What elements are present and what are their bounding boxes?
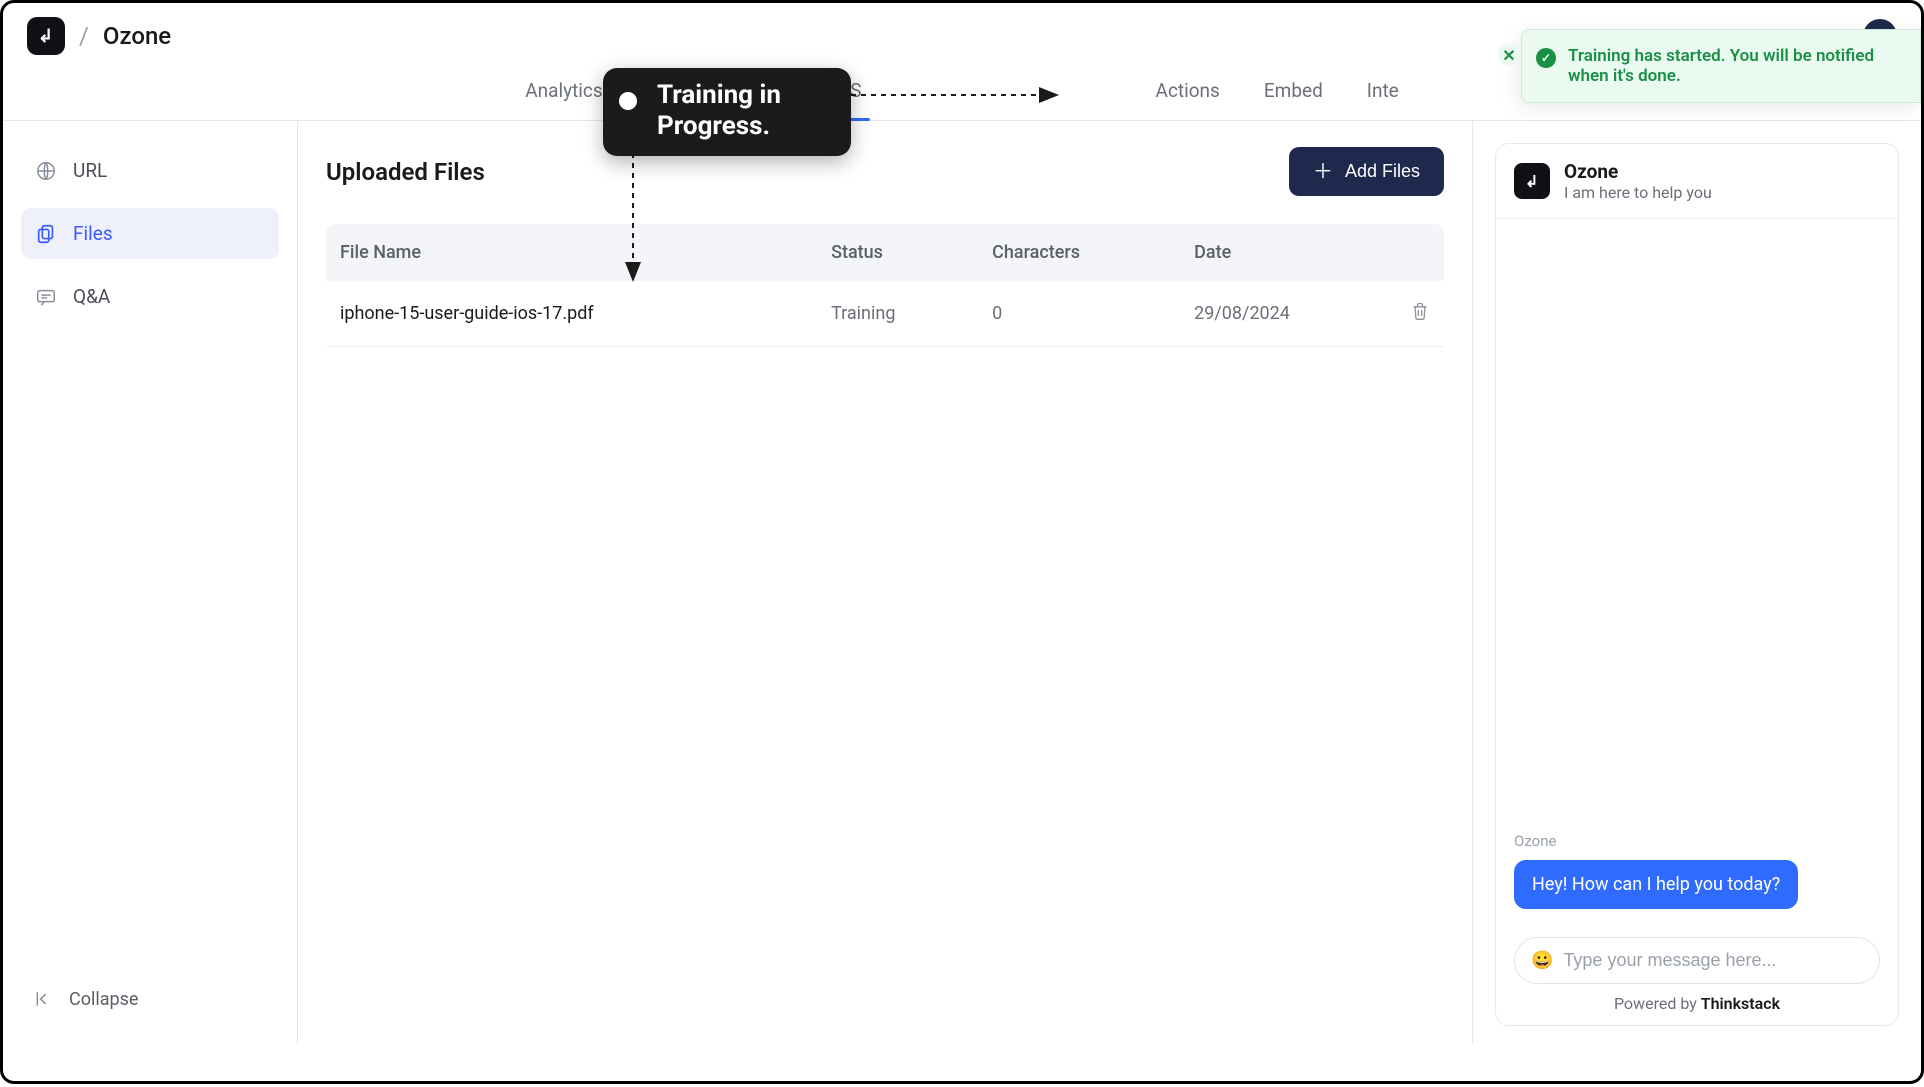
sidebar-item-label: Q&A bbox=[73, 285, 110, 308]
chat-sender-label: Ozone bbox=[1514, 832, 1880, 850]
col-date: Date bbox=[1180, 224, 1396, 281]
main: Uploaded Files ＋ Add Files File Name Sta… bbox=[298, 121, 1921, 1044]
tab-actions[interactable]: Actions bbox=[1154, 65, 1222, 120]
toast-close-button[interactable]: ✕ bbox=[1498, 44, 1520, 66]
chat-input[interactable] bbox=[1563, 950, 1863, 971]
logo-mark-icon: ↳ bbox=[38, 26, 53, 47]
cell-characters: 0 bbox=[978, 281, 1180, 347]
table-row: iphone-15-user-guide-ios-17.pdf Training… bbox=[326, 281, 1444, 347]
add-files-label: Add Files bbox=[1345, 161, 1420, 182]
sidebar-item-url[interactable]: URL bbox=[21, 145, 279, 196]
sidebar-item-qa[interactable]: Q&A bbox=[21, 271, 279, 322]
callout-text: Training in Progress. bbox=[657, 80, 781, 141]
cell-status: Training bbox=[817, 281, 978, 347]
powered-brand[interactable]: Thinkstack bbox=[1701, 994, 1780, 1013]
powered-by: Powered by Thinkstack bbox=[1496, 994, 1898, 1025]
chat-panel: ↳ Ozone I am here to help you Ozone Hey!… bbox=[1473, 121, 1921, 1044]
chat-body: Ozone Hey! How can I help you today? bbox=[1496, 219, 1898, 923]
tab-analytics[interactable]: Analytics bbox=[523, 65, 604, 120]
toast-training-started: ✕ ✓ Training has started. You will be no… bbox=[1521, 29, 1921, 103]
sidebar-item-files[interactable]: Files bbox=[21, 208, 279, 259]
chat-card: ↳ Ozone I am here to help you Ozone Hey!… bbox=[1495, 143, 1899, 1026]
collapse-button[interactable]: Collapse bbox=[21, 978, 279, 1020]
collapse-icon bbox=[33, 988, 55, 1010]
sidebar: URL Files Q&A Collapse bbox=[3, 121, 298, 1044]
chat-header: ↳ Ozone I am here to help you bbox=[1496, 144, 1898, 219]
chat-logo-icon: ↳ bbox=[1514, 163, 1550, 199]
cell-file-name: iphone-15-user-guide-ios-17.pdf bbox=[326, 281, 817, 347]
check-circle-icon: ✓ bbox=[1536, 48, 1556, 68]
tutorial-callout: Training in Progress. bbox=[603, 68, 851, 156]
file-copy-icon bbox=[35, 223, 57, 245]
callout-dot-icon bbox=[619, 92, 637, 110]
chat-qa-icon bbox=[35, 286, 57, 308]
chat-message: Hey! How can I help you today? bbox=[1514, 860, 1798, 909]
col-file-name: File Name bbox=[326, 224, 817, 281]
body: URL Files Q&A Collapse bbox=[3, 121, 1921, 1044]
delete-row-button[interactable] bbox=[1410, 305, 1430, 326]
sidebar-group: URL Files Q&A bbox=[21, 145, 279, 978]
breadcrumb-slash: / bbox=[79, 22, 89, 50]
add-files-button[interactable]: ＋ Add Files bbox=[1289, 147, 1444, 196]
chat-input-wrap: 😀 bbox=[1514, 937, 1880, 984]
plus-icon: ＋ bbox=[1313, 162, 1333, 182]
emoji-icon[interactable]: 😀 bbox=[1531, 950, 1553, 971]
sidebar-item-label: URL bbox=[73, 159, 107, 182]
globe-icon bbox=[35, 160, 57, 182]
content-head: Uploaded Files ＋ Add Files bbox=[326, 147, 1444, 196]
page-title: Uploaded Files bbox=[326, 158, 485, 186]
col-characters: Characters bbox=[978, 224, 1180, 281]
app-logo[interactable]: ↳ bbox=[27, 17, 65, 55]
header-left: ↳ / Ozone bbox=[27, 17, 171, 55]
col-status: Status bbox=[817, 224, 978, 281]
cell-date: 29/08/2024 bbox=[1180, 281, 1396, 347]
content: Uploaded Files ＋ Add Files File Name Sta… bbox=[298, 121, 1473, 1044]
breadcrumb-bot-name[interactable]: Ozone bbox=[103, 22, 171, 50]
files-table: File Name Status Characters Date iphone-… bbox=[326, 224, 1444, 347]
chat-title: Ozone bbox=[1564, 160, 1712, 183]
collapse-label: Collapse bbox=[69, 989, 138, 1010]
sidebar-item-label: Files bbox=[73, 222, 113, 245]
powered-prefix: Powered by bbox=[1614, 994, 1701, 1013]
tab-embed[interactable]: Embed bbox=[1262, 65, 1325, 120]
tab-integrations[interactable]: Inte bbox=[1365, 65, 1401, 120]
toast-text: Training has started. You will be notifi… bbox=[1568, 46, 1874, 86]
chat-subtitle: I am here to help you bbox=[1564, 183, 1712, 202]
